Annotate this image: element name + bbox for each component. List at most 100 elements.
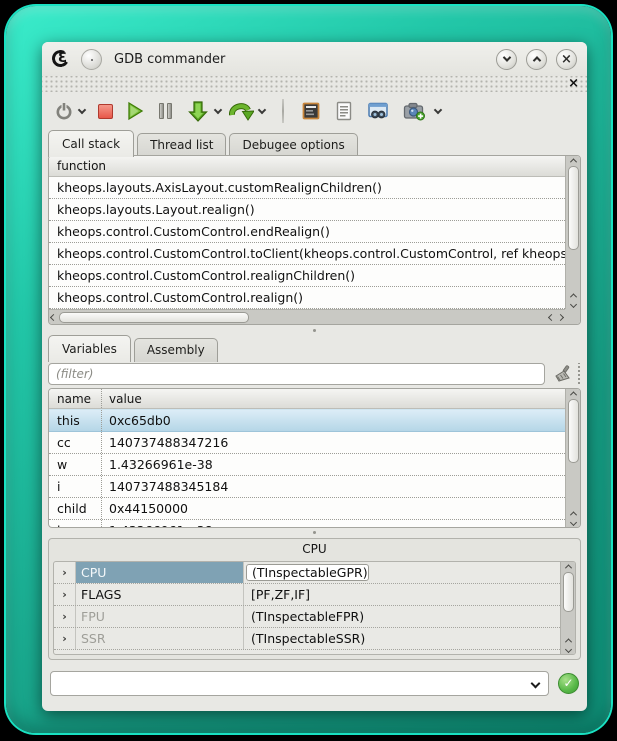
variable-row[interactable]: cc 140737488347216 [49,432,565,454]
filter-input[interactable] [48,363,545,385]
step-over-icon [228,99,254,123]
variables-list: this 0xc65db0 cc 140737488347216 w 1.432… [49,409,565,527]
scroll-up-arrow-icon[interactable] [569,156,578,165]
maximize-button[interactable] [526,49,547,70]
scrollbar-corner [565,309,580,324]
scroll-up-arrow-icon[interactable] [564,562,573,571]
debug-toolbar [42,92,587,130]
close-button[interactable]: × [556,49,577,70]
power-icon [54,101,74,121]
tab-thread-list[interactable]: Thread list [137,133,226,157]
titlebar: Ɛ GDB commander × [42,42,587,76]
splitter-handle[interactable] [42,528,587,537]
minimize-button[interactable] [496,49,517,70]
callstack-list: kheops.layouts.AxisLayout.customRealignC… [49,177,565,309]
scroll-right-arrow-icon[interactable] [556,313,565,322]
tab-assembly[interactable]: Assembly [134,338,218,362]
splitter-handle[interactable] [42,326,587,335]
callstack-tabbar: Call stack Thread list Debugee options [48,130,361,157]
scroll-up-arrow-icon[interactable] [569,509,578,518]
variable-row[interactable]: this 0xc65db0 [49,409,565,432]
cpu-group-title: CPU [49,539,580,559]
scrollbar-thumb[interactable] [59,312,249,323]
snapshot-button[interactable] [403,98,426,124]
callstack-horizontal-scrollbar[interactable] [49,309,565,324]
cpu-chip-icon [301,101,321,121]
scroll-down-arrow-icon[interactable] [564,645,573,654]
cpu-register-row[interactable]: › FPU (TInspectableFPR) [54,606,560,628]
stop-button[interactable] [92,98,119,124]
callstack-row[interactable]: kheops.control.CustomControl.toClient(kh… [49,243,565,265]
callstack-row[interactable]: kheops.layouts.AxisLayout.customRealignC… [49,177,565,199]
power-button[interactable] [54,98,74,124]
stop-icon [98,104,113,119]
variable-row[interactable]: child 0x44150000 [49,498,565,520]
scrollbar-thumb[interactable] [568,399,579,463]
cpu-register-row[interactable]: › FLAGS [PF,ZF,IF] [54,584,560,606]
scrollbar-thumb[interactable] [568,166,579,250]
value-column-header[interactable]: value [102,389,142,408]
name-column-header[interactable]: name [49,389,102,408]
callstack-row[interactable]: kheops.control.CustomControl.endRealign(… [49,221,565,243]
play-icon [124,101,146,121]
register-value-editor[interactable]: (TInspectableGPR) [246,564,369,581]
variables-vertical-scrollbar[interactable] [565,389,580,527]
run-button[interactable] [119,98,151,124]
callstack-row[interactable]: kheops.control.CustomControl.realign() [49,287,565,309]
dock-menu-button[interactable] [81,49,102,70]
step-into-button[interactable] [186,98,210,124]
screenshot-frame: Ɛ GDB commander × × [6,6,611,733]
show-cpu-button[interactable] [301,98,321,124]
camera-add-icon [403,101,426,121]
panel-grip-handle[interactable] [577,363,581,385]
variables-panel: name value this 0xc65db0 cc 140737488347… [48,388,581,528]
chevron-up-icon [532,56,540,64]
chevron-down-icon [531,678,541,688]
broom-icon [552,364,572,384]
scroll-down-arrow-icon[interactable] [569,300,578,309]
tab-call-stack[interactable]: Call stack [48,130,134,157]
dock-header: × [42,76,587,92]
scroll-up-arrow-icon[interactable] [564,636,573,645]
callstack-row[interactable]: kheops.control.CustomControl.realignChil… [49,265,565,287]
scroll-down-arrow-icon[interactable] [569,518,578,527]
scroll-up-arrow-icon[interactable] [569,291,578,300]
expand-chevron-icon[interactable]: › [54,562,76,583]
gdb-command-row: ✓ [50,670,579,696]
step-into-dropdown-chevron[interactable] [214,106,222,114]
cpu-register-row[interactable]: › CPU (TInspectableGPR) [54,562,560,584]
variables-tabbar: Variables Assembly [48,335,221,362]
command-combobox[interactable] [50,671,549,696]
callstack-column-header[interactable]: function [49,156,580,177]
step-over-button[interactable] [228,98,254,124]
step-over-dropdown-chevron[interactable] [258,106,266,114]
variable-row[interactable]: w 1.43266961e-38 [49,454,565,476]
callstack-row[interactable]: kheops.layouts.Layout.realign() [49,199,565,221]
cpu-inspector: CPU › CPU (TInspectableGPR) › FLAGS [PF,… [48,538,581,660]
callstack-vertical-scrollbar[interactable] [565,156,580,309]
tab-variables[interactable]: Variables [48,335,131,362]
expand-chevron-icon[interactable]: › [54,606,76,627]
tab-debugee-options[interactable]: Debugee options [229,133,357,157]
watch-window-button[interactable] [367,98,389,124]
clear-filter-button[interactable] [550,363,574,385]
send-command-button[interactable]: ✓ [558,673,579,694]
expand-chevron-icon[interactable]: › [54,584,76,605]
output-button[interactable] [335,98,353,124]
cpu-register-row[interactable]: › SSR (TInspectableSSR) [54,628,560,650]
variables-column-headers[interactable]: name value [49,389,580,409]
expand-chevron-icon[interactable]: › [54,628,76,649]
dock-close-button[interactable]: × [568,76,579,92]
scroll-left-arrow-icon[interactable] [49,313,58,322]
scroll-up-arrow-icon[interactable] [569,389,578,398]
scroll-left-arrow-icon[interactable] [547,313,556,322]
power-dropdown-chevron[interactable] [78,106,86,114]
variable-row[interactable]: h 1.43266961e-38 [49,520,565,527]
pause-button[interactable] [151,98,180,124]
callstack-panel: function kheops.layouts.AxisLayout.custo… [48,155,581,325]
variable-row[interactable]: i 140737488345184 [49,476,565,498]
cpu-register-table: › CPU (TInspectableGPR) › FLAGS [PF,ZF,I… [53,561,576,655]
snapshot-dropdown-chevron[interactable] [434,106,442,114]
cpu-vertical-scrollbar[interactable] [560,562,575,654]
scrollbar-thumb[interactable] [563,572,574,612]
